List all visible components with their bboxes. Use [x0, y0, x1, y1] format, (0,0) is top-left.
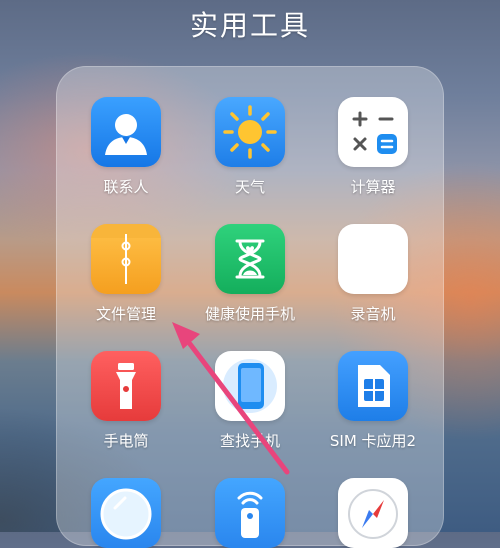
folder-title: 实用工具 [189, 9, 310, 42]
app-label: 天气 [234, 178, 265, 196]
weather-sun-icon [215, 97, 285, 167]
app-label: 查找手机 [219, 432, 280, 450]
app-find-phone[interactable]: 查找手机 [190, 351, 310, 451]
app-weather[interactable]: 天气 [190, 97, 310, 197]
sim-card-icon [338, 351, 408, 421]
app-recorder[interactable]: 录音机 [313, 224, 433, 324]
recorder-icon [338, 224, 408, 294]
app-label: 文件管理 [95, 305, 156, 323]
app-sim-toolkit[interactable]: SIM 卡应用2 [313, 351, 433, 451]
app-flashlight[interactable]: 手电筒 [66, 351, 186, 451]
remote-control-icon [215, 478, 285, 548]
app-mirror[interactable] [66, 478, 186, 548]
compass-icon [338, 478, 408, 548]
app-calculator[interactable]: 计算器 [313, 97, 433, 197]
file-manager-icon [91, 224, 161, 294]
flashlight-icon [91, 351, 161, 421]
app-folder: 联系人 天气 计算器 文件管理 健康使用手机 录音机 手电筒 查找手机 SIM … [56, 66, 444, 548]
app-label: SIM 卡应用2 [329, 432, 417, 450]
find-phone-icon [215, 351, 285, 421]
app-label: 手电筒 [103, 432, 149, 450]
app-remote[interactable] [190, 478, 310, 548]
app-label: 计算器 [350, 178, 396, 196]
contacts-icon [91, 97, 161, 167]
mirror-icon [91, 478, 161, 548]
app-health[interactable]: 健康使用手机 [190, 224, 310, 324]
app-compass[interactable] [313, 478, 433, 548]
app-contacts[interactable]: 联系人 [66, 97, 186, 197]
calculator-icon [338, 97, 408, 167]
app-file-manager[interactable]: 文件管理 [66, 224, 186, 324]
app-label: 健康使用手机 [204, 305, 295, 323]
app-label: 录音机 [350, 305, 396, 323]
app-label: 联系人 [103, 178, 149, 196]
hourglass-icon [215, 224, 285, 294]
